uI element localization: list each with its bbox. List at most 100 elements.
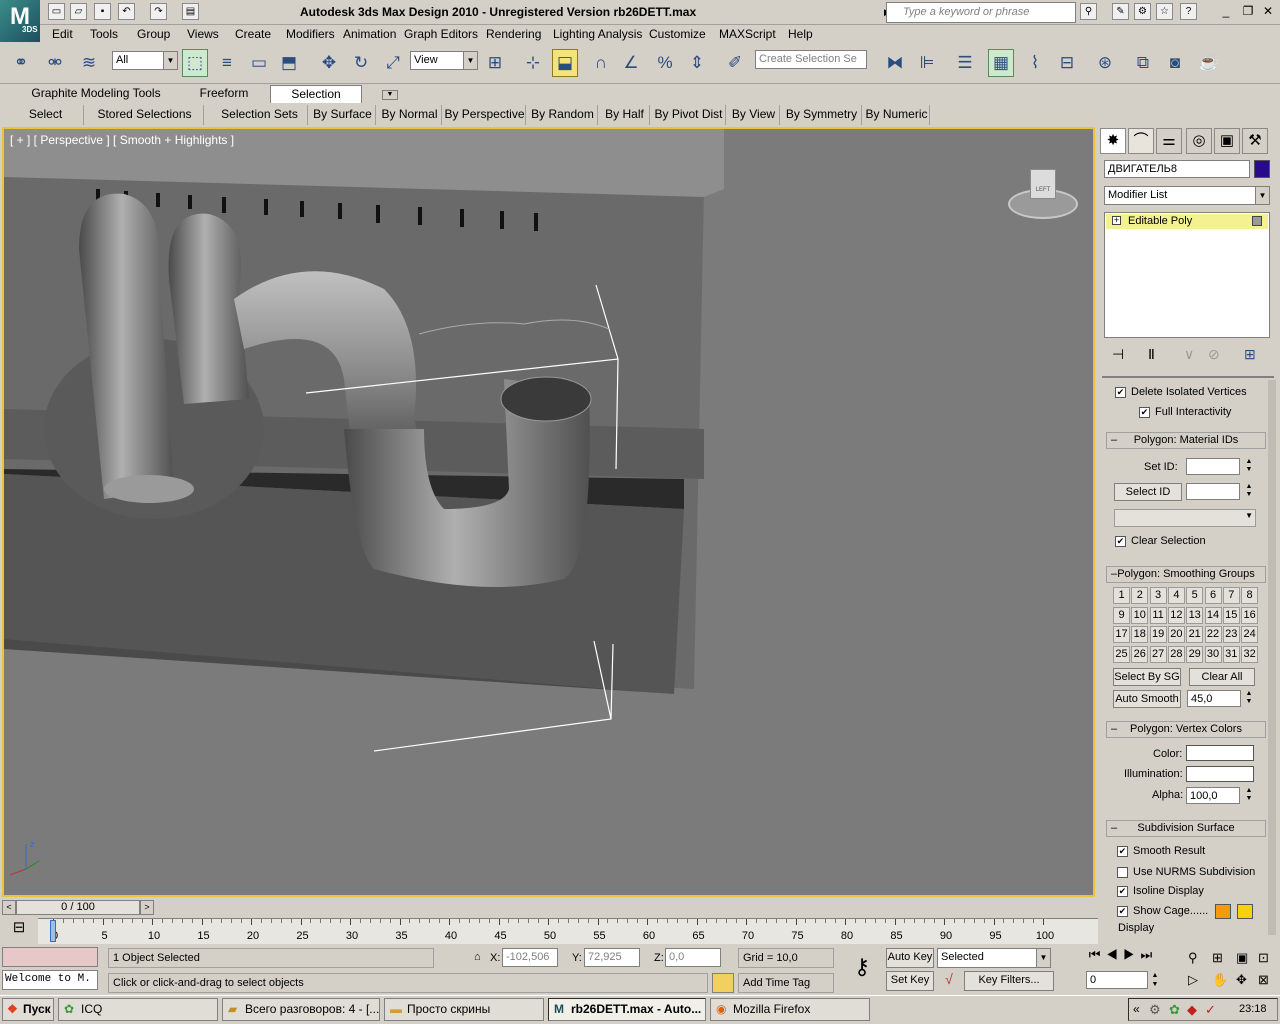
- hierarchy-tab-icon[interactable]: ⚌: [1156, 128, 1182, 154]
- open-file-icon[interactable]: ▱: [70, 3, 87, 20]
- cage-color-swatch-1[interactable]: [1215, 904, 1231, 919]
- set-key-button[interactable]: Set Key: [886, 971, 934, 991]
- key-tangent-icon[interactable]: √: [938, 971, 960, 991]
- smoothing-group-button[interactable]: 24: [1241, 626, 1259, 643]
- menu-create[interactable]: Create: [235, 27, 271, 41]
- smoothing-group-button[interactable]: 21: [1186, 626, 1204, 643]
- delete-isolated-checkbox[interactable]: ✔: [1115, 387, 1126, 398]
- expand-plus-icon[interactable]: +: [1112, 216, 1121, 225]
- tab-freeform[interactable]: Freeform: [186, 85, 262, 103]
- viewcube[interactable]: LEFT: [1008, 163, 1078, 219]
- display-tab-icon[interactable]: ▣: [1214, 128, 1240, 154]
- edit-named-selection-icon[interactable]: ✐: [722, 49, 748, 77]
- maximize-viewport-icon[interactable]: ⊠: [1258, 972, 1269, 988]
- x-coordinate-field[interactable]: -102,506: [502, 948, 558, 967]
- link-icon[interactable]: ⚭: [8, 49, 34, 77]
- current-frame-input[interactable]: 0: [1086, 971, 1148, 989]
- tray-app-icon[interactable]: ✓: [1205, 1002, 1216, 1018]
- auto-key-button[interactable]: Auto Key: [886, 948, 934, 968]
- keyboard-shortcut-override-icon[interactable]: ⬓: [552, 49, 578, 77]
- smoothing-group-button[interactable]: 25: [1113, 645, 1130, 663]
- create-tab-icon[interactable]: ✸: [1100, 128, 1126, 154]
- undo-icon[interactable]: ↶: [118, 3, 135, 20]
- angle-snap-icon[interactable]: ∠: [618, 49, 644, 77]
- smoothing-group-button[interactable]: 9: [1113, 606, 1130, 624]
- field-of-view-icon[interactable]: ▷: [1188, 972, 1198, 988]
- smoothing-group-button[interactable]: 13: [1186, 606, 1204, 624]
- render-teapot-icon[interactable]: ☕: [1196, 49, 1222, 77]
- select-id-input[interactable]: [1186, 483, 1240, 500]
- start-button[interactable]: ❖ Пуск: [2, 998, 54, 1021]
- binoculars-icon[interactable]: ⚲: [1080, 3, 1097, 20]
- smooth-result-checkbox[interactable]: ✔: [1117, 846, 1128, 857]
- taskbar-item-icq[interactable]: ✿ ICQ: [58, 998, 218, 1021]
- restore-icon[interactable]: ❐: [1240, 4, 1256, 20]
- auto-smooth-spinner[interactable]: ▲ ▼: [1244, 690, 1254, 707]
- tray-network-icon[interactable]: ⚙: [1149, 1002, 1161, 1018]
- scale-icon[interactable]: ⤢: [380, 49, 406, 77]
- smoothing-group-button[interactable]: 8: [1241, 587, 1259, 604]
- align-icon[interactable]: ⊫: [914, 49, 940, 77]
- new-file-icon[interactable]: ▭: [48, 3, 65, 20]
- orbit-icon[interactable]: ✥: [1236, 972, 1247, 988]
- menu-views[interactable]: Views: [187, 27, 219, 41]
- smoothing-group-button[interactable]: 11: [1149, 606, 1167, 624]
- percent-snap-icon[interactable]: %: [652, 49, 678, 77]
- smoothing-group-button[interactable]: 18: [1131, 626, 1149, 643]
- window-crossing-icon[interactable]: ⬒: [276, 49, 302, 77]
- vertex-color-swatch[interactable]: [1186, 745, 1254, 761]
- motion-tab-icon[interactable]: ◎: [1186, 128, 1212, 154]
- maxscript-mini-listener[interactable]: Welcome to M.: [2, 970, 98, 990]
- smoothing-group-button[interactable]: 29: [1186, 645, 1204, 663]
- object-name-field[interactable]: ДВИГАТЕЛЬ8: [1104, 160, 1250, 178]
- clear-selection-checkbox[interactable]: ✔: [1115, 536, 1126, 547]
- taskbar-item-3dsmax[interactable]: Mrb26DETT.max - Auto...: [548, 998, 706, 1021]
- smoothing-group-button[interactable]: 22: [1204, 626, 1222, 643]
- set-id-spinner[interactable]: ▲ ▼: [1244, 458, 1254, 475]
- maxscript-listener-pink[interactable]: [2, 947, 98, 967]
- alpha-input[interactable]: 100,0: [1186, 787, 1240, 804]
- time-slider[interactable]: 0 / 100: [16, 900, 140, 915]
- menu-tools[interactable]: Tools: [90, 27, 118, 41]
- close-icon[interactable]: ✕: [1260, 4, 1276, 20]
- zoom-icon[interactable]: ⚲: [1188, 950, 1198, 966]
- full-interactivity-checkbox[interactable]: ✔: [1139, 407, 1150, 418]
- smoothing-group-button[interactable]: 7: [1222, 587, 1240, 604]
- help-search-input[interactable]: Type a keyword or phrase: [886, 2, 1076, 23]
- select-id-button[interactable]: Select ID: [1114, 483, 1182, 501]
- smoothing-group-button[interactable]: 14: [1204, 606, 1222, 624]
- smoothing-group-button[interactable]: 2: [1131, 587, 1149, 604]
- tab-graphite-modeling-tools[interactable]: Graphite Modeling Tools: [28, 85, 164, 103]
- ribbon-options-icon[interactable]: ▼: [382, 90, 398, 100]
- cage-color-swatch-2[interactable]: [1237, 904, 1253, 919]
- reference-coordinate-dropdown[interactable]: View ▼: [410, 51, 478, 70]
- smoothing-group-button[interactable]: 12: [1167, 606, 1185, 624]
- ribbon-by-symmetry-button[interactable]: By Symmetry: [782, 105, 862, 125]
- ribbon-by-perspective-button[interactable]: By Perspective: [444, 105, 526, 125]
- panel-scrollbar[interactable]: [1268, 380, 1276, 935]
- smoothing-group-button[interactable]: 4: [1167, 587, 1185, 604]
- use-nurms-checkbox[interactable]: [1117, 867, 1128, 878]
- unlink-icon[interactable]: ⚮: [42, 49, 68, 77]
- material-name-dropdown[interactable]: ▼: [1114, 509, 1256, 527]
- current-frame-marker[interactable]: [50, 920, 56, 942]
- ribbon-stored-selections-button[interactable]: Stored Selections: [86, 105, 204, 125]
- clear-all-button[interactable]: Clear All: [1189, 668, 1255, 686]
- render-setup-icon[interactable]: ⧉: [1130, 49, 1156, 77]
- curve-editor-icon[interactable]: ⌇: [1022, 49, 1048, 77]
- ribbon-by-half-button[interactable]: By Half: [600, 105, 650, 125]
- ribbon-selection-sets-button[interactable]: Selection Sets: [212, 105, 308, 125]
- save-file-icon[interactable]: ▪: [94, 3, 111, 20]
- material-ids-rollout-header[interactable]: – Polygon: Material IDs: [1106, 432, 1266, 449]
- pivot-center-icon[interactable]: ⊞: [482, 49, 508, 77]
- rendered-frame-icon[interactable]: ◙: [1162, 49, 1188, 77]
- minimize-icon[interactable]: _: [1218, 4, 1234, 20]
- mirror-icon[interactable]: ⧓: [882, 49, 908, 77]
- time-slider-prev-icon[interactable]: <: [2, 900, 16, 915]
- show-end-result-icon[interactable]: Ⅱ: [1148, 346, 1155, 363]
- smoothing-group-button[interactable]: 28: [1167, 645, 1185, 663]
- smoothing-group-button[interactable]: 10: [1131, 606, 1149, 624]
- modifier-toggle-icon[interactable]: [1252, 216, 1262, 226]
- smoothing-group-button[interactable]: 31: [1222, 645, 1240, 663]
- smoothing-group-button[interactable]: 23: [1222, 626, 1240, 643]
